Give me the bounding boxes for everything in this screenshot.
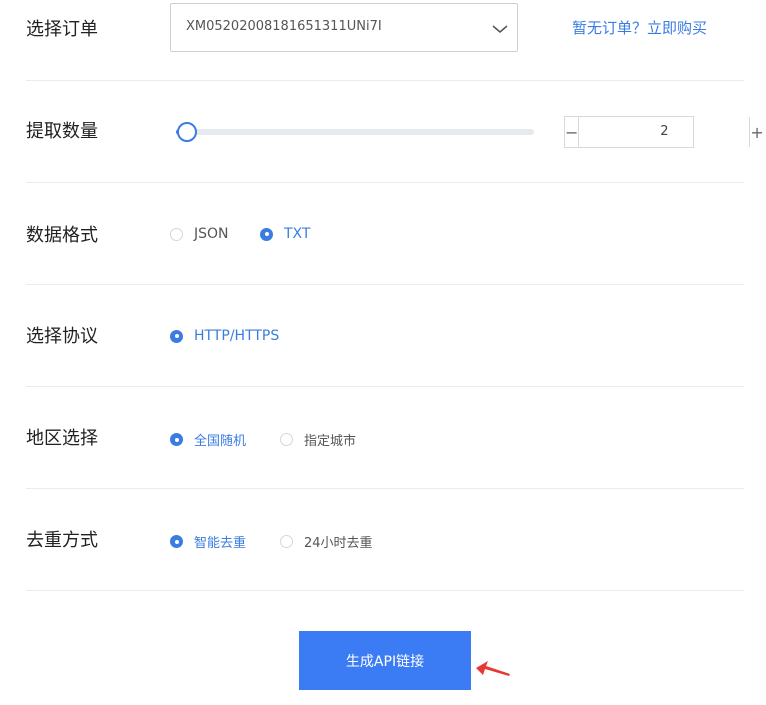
dedup-label: 去重方式 [26, 530, 98, 551]
protocol-option-http[interactable]: HTTP/HTTPS [170, 328, 279, 344]
region-option-label: 全国随机 [194, 434, 247, 449]
radio-icon [280, 433, 293, 446]
protocol-option-label: HTTP/HTTPS [194, 328, 280, 344]
radio-checked-icon [170, 433, 183, 446]
protocol-row: 选择协议 [26, 285, 744, 387]
chevron-down-icon [492, 25, 508, 33]
radio-checked-icon [170, 535, 183, 548]
order-select[interactable]: XM05202008181651311UNi7I [170, 3, 518, 52]
protocol-label: 选择协议 [26, 326, 98, 347]
region-option-label: 指定城市 [304, 434, 357, 449]
decrement-button[interactable]: − [565, 117, 580, 147]
dedup-option-24h[interactable]: 24小时去重 [280, 532, 373, 551]
increment-button[interactable]: + [749, 117, 764, 147]
generate-api-link-button[interactable]: 生成API链接 [299, 631, 471, 690]
order-label: 选择订单 [26, 19, 98, 40]
format-option-label: JSON [194, 226, 229, 242]
radio-checked-icon [170, 329, 183, 343]
format-option-txt[interactable]: TXT [260, 226, 310, 242]
quantity-slider-thumb[interactable] [177, 122, 197, 142]
buy-now-link[interactable]: 暂无订单？立即购买 [572, 17, 707, 38]
dedup-option-label: 智能去重 [194, 536, 247, 551]
dedup-option-label: 24小时去重 [304, 536, 373, 551]
format-option-label: TXT [284, 226, 311, 242]
radio-icon [170, 227, 183, 241]
format-row: 数据格式 [26, 183, 744, 285]
format-label: 数据格式 [26, 225, 98, 246]
region-label: 地区选择 [26, 428, 98, 449]
quantity-input[interactable] [579, 117, 750, 147]
dedup-option-smart[interactable]: 智能去重 [170, 532, 246, 551]
format-option-json[interactable]: JSON [170, 226, 229, 242]
red-arrow-icon [476, 661, 510, 676]
quantity-stepper[interactable]: − + [564, 116, 764, 148]
radio-icon [280, 535, 293, 548]
region-option-random[interactable]: 全国随机 [170, 430, 246, 449]
radio-checked-icon [260, 227, 273, 241]
quantity-slider-track[interactable] [176, 129, 534, 135]
order-select-value: XM05202008181651311UNi7I [186, 19, 382, 34]
region-row: 地区选择 [26, 387, 744, 489]
region-option-city[interactable]: 指定城市 [280, 430, 356, 449]
quantity-label: 提取数量 [26, 121, 98, 142]
dedup-row: 去重方式 [26, 489, 744, 591]
